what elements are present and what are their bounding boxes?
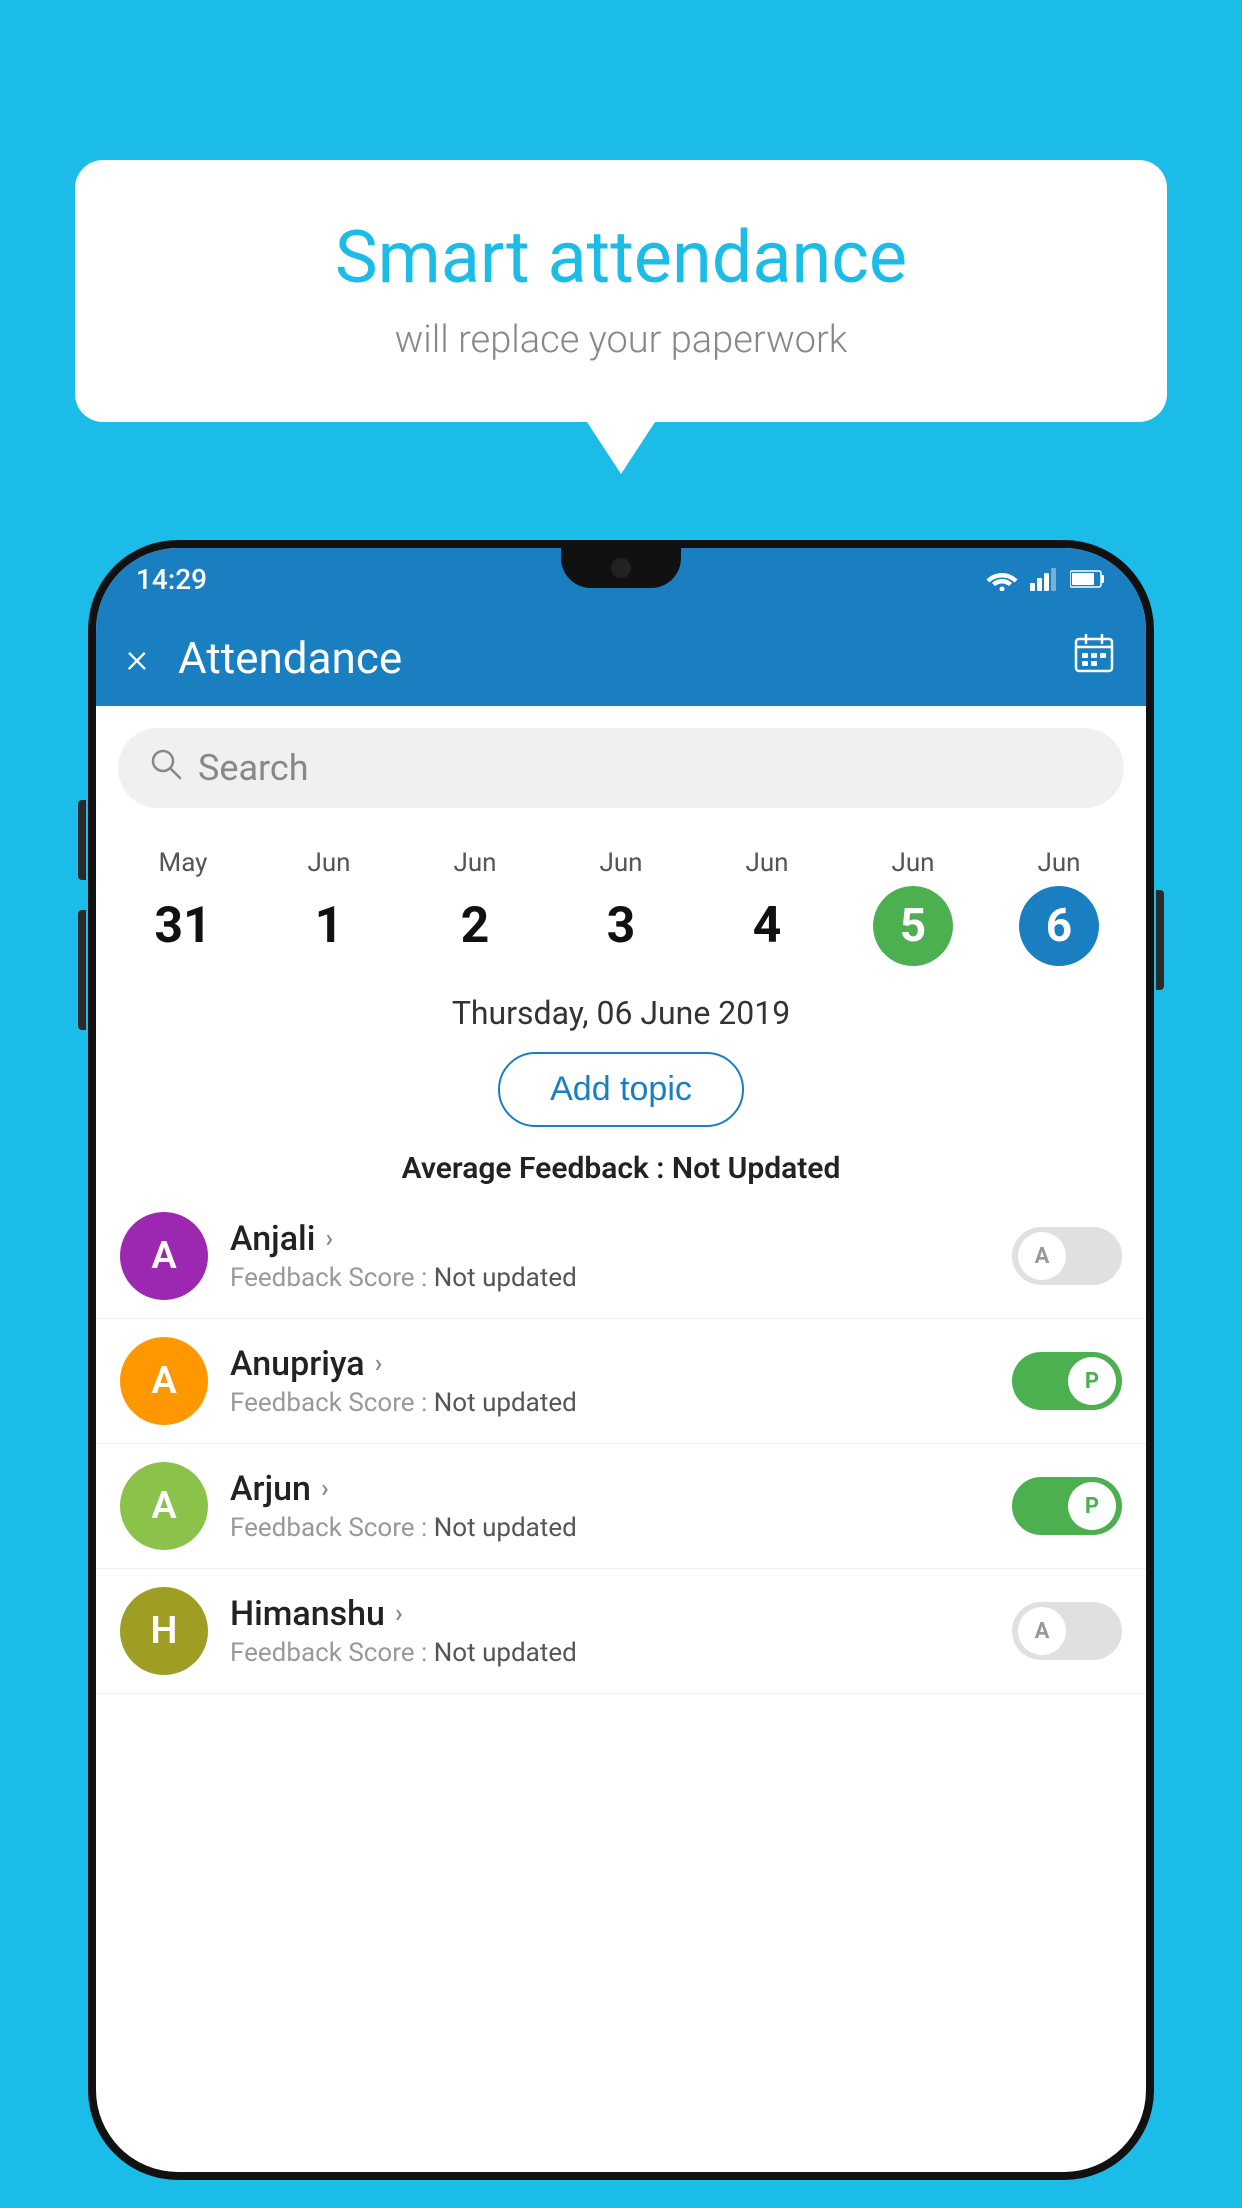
cal-date-number[interactable]: 31: [143, 886, 223, 966]
bubble-title: Smart attendance: [135, 215, 1107, 300]
wifi-icon: [986, 567, 1018, 591]
student-info: Himanshu › Feedback Score : Not updated: [230, 1594, 990, 1668]
student-name: Anjali ›: [230, 1219, 990, 1259]
cal-month-label: Jun: [599, 848, 642, 878]
chevron-icon: ›: [395, 1599, 403, 1629]
attendance-toggle[interactable]: A: [1012, 1602, 1122, 1660]
calendar-day[interactable]: Jun 3: [548, 840, 694, 974]
calendar-day[interactable]: Jun 2: [402, 840, 548, 974]
chevron-icon: ›: [321, 1474, 329, 1504]
calendar-day[interactable]: Jun 6: [986, 840, 1132, 974]
student-item[interactable]: A Arjun › Feedback Score : Not updated P: [96, 1444, 1146, 1569]
toggle-wrap[interactable]: A: [1012, 1227, 1122, 1285]
calendar-day[interactable]: Jun 5: [840, 840, 986, 974]
add-topic-button[interactable]: Add topic: [498, 1052, 744, 1127]
avatar: H: [120, 1587, 208, 1675]
calendar-icon[interactable]: [1072, 631, 1116, 685]
student-item[interactable]: H Himanshu › Feedback Score : Not updated A: [96, 1569, 1146, 1694]
feedback-value: Not updated: [434, 1388, 577, 1418]
student-info: Anjali › Feedback Score : Not updated: [230, 1219, 990, 1293]
student-feedback: Feedback Score : Not updated: [230, 1513, 990, 1543]
toggle-wrap[interactable]: P: [1012, 1477, 1122, 1535]
chevron-icon: ›: [375, 1349, 383, 1379]
student-feedback: Feedback Score : Not updated: [230, 1638, 990, 1668]
speech-bubble: Smart attendance will replace your paper…: [75, 160, 1167, 422]
selected-date-display: Thursday, 06 June 2019: [96, 974, 1146, 1042]
avatar: A: [120, 1212, 208, 1300]
avg-feedback-value: Not Updated: [672, 1151, 840, 1186]
app-bar: × Attendance: [96, 610, 1146, 706]
toggle-wrap[interactable]: A: [1012, 1602, 1122, 1660]
status-time: 14:29: [136, 563, 207, 596]
cal-date-number[interactable]: 1: [289, 886, 369, 966]
avg-feedback-label: Average Feedback :: [402, 1151, 665, 1186]
cal-month-label: Jun: [745, 848, 788, 878]
feedback-value: Not updated: [434, 1638, 577, 1668]
cal-date-number[interactable]: 6: [1019, 886, 1099, 966]
toggle-knob: A: [1018, 1607, 1066, 1655]
avatar: A: [120, 1462, 208, 1550]
status-icons: [986, 567, 1106, 591]
student-name: Anupriya ›: [230, 1344, 990, 1384]
phone-mockup: 14:29: [88, 540, 1154, 2208]
phone-screen: 14:29: [96, 548, 1146, 2172]
bubble-subtitle: will replace your paperwork: [135, 318, 1107, 362]
search-placeholder: Search: [198, 747, 309, 789]
phone-notch: [561, 548, 681, 588]
toggle-wrap[interactable]: P: [1012, 1352, 1122, 1410]
app-title: Attendance: [178, 632, 1072, 684]
student-item[interactable]: A Anupriya › Feedback Score : Not updated P: [96, 1319, 1146, 1444]
volume-down-button: [78, 910, 86, 1030]
power-button: [1156, 890, 1164, 990]
cal-date-number[interactable]: 4: [727, 886, 807, 966]
avatar: A: [120, 1337, 208, 1425]
student-feedback: Feedback Score : Not updated: [230, 1263, 990, 1293]
battery-icon: [1070, 569, 1106, 589]
avg-feedback: Average Feedback : Not Updated: [96, 1137, 1146, 1194]
student-info: Arjun › Feedback Score : Not updated: [230, 1469, 990, 1543]
student-info: Anupriya › Feedback Score : Not updated: [230, 1344, 990, 1418]
attendance-toggle[interactable]: A: [1012, 1227, 1122, 1285]
feedback-value: Not updated: [434, 1513, 577, 1543]
cal-month-label: Jun: [1037, 848, 1080, 878]
cal-month-label: May: [159, 848, 208, 878]
volume-up-button: [78, 800, 86, 880]
search-bar[interactable]: Search: [118, 728, 1124, 808]
feedback-value: Not updated: [434, 1263, 577, 1293]
student-name: Arjun ›: [230, 1469, 990, 1509]
attendance-toggle[interactable]: P: [1012, 1477, 1122, 1535]
cal-month-label: Jun: [891, 848, 934, 878]
calendar-day[interactable]: May 31: [110, 840, 256, 974]
phone-outer: 14:29: [88, 540, 1154, 2180]
cal-month-label: Jun: [453, 848, 496, 878]
search-icon: [148, 746, 184, 791]
close-button[interactable]: ×: [126, 634, 148, 683]
front-camera: [611, 558, 631, 578]
student-item[interactable]: A Anjali › Feedback Score : Not updated A: [96, 1194, 1146, 1319]
chevron-icon: ›: [325, 1224, 333, 1254]
cal-month-label: Jun: [307, 848, 350, 878]
student-name: Himanshu ›: [230, 1594, 990, 1634]
cal-date-number[interactable]: 5: [873, 886, 953, 966]
cal-date-number[interactable]: 3: [581, 886, 661, 966]
toggle-knob: P: [1068, 1357, 1116, 1405]
calendar-strip: May 31 Jun 1 Jun 2 Jun 3 Jun 4 Jun 5 Jun 6: [96, 830, 1146, 974]
signal-icon: [1030, 567, 1058, 591]
toggle-knob: P: [1068, 1482, 1116, 1530]
calendar-day[interactable]: Jun 4: [694, 840, 840, 974]
attendance-toggle[interactable]: P: [1012, 1352, 1122, 1410]
student-feedback: Feedback Score : Not updated: [230, 1388, 990, 1418]
student-list: AAnjali ›Feedback Score : Not updatedAAA…: [96, 1194, 1146, 1694]
calendar-day[interactable]: Jun 1: [256, 840, 402, 974]
cal-date-number[interactable]: 2: [435, 886, 515, 966]
toggle-knob: A: [1018, 1232, 1066, 1280]
